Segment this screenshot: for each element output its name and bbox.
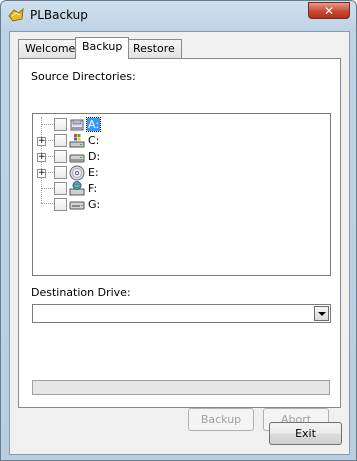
drive-label-e: E:: [88, 166, 99, 179]
title-bar[interactable]: PLBackup ✕: [1, 1, 356, 29]
network-drive-icon: [69, 181, 85, 196]
drive-checkbox-g[interactable]: [54, 198, 67, 211]
tree-item-g[interactable]: G:: [33, 197, 123, 213]
tab-welcome[interactable]: Welcome: [18, 39, 83, 58]
drive-checkbox-d[interactable]: [54, 150, 67, 163]
tree-item-d[interactable]: + D:: [33, 149, 123, 165]
tab-welcome-label: Welcome: [25, 42, 76, 55]
drive-checkbox-a[interactable]: [54, 118, 67, 131]
drive-label-d: D:: [88, 150, 101, 163]
exit-button[interactable]: Exit: [269, 422, 342, 445]
drive-label-c: C:: [88, 134, 100, 147]
hard-drive-icon: [69, 154, 85, 163]
tab-backup[interactable]: Backup: [75, 37, 130, 59]
close-icon: ✕: [323, 4, 335, 18]
destination-drive-select[interactable]: [32, 304, 331, 323]
window-title: PLBackup: [30, 8, 88, 22]
tab-restore[interactable]: Restore: [126, 39, 182, 58]
destination-drive-label: Destination Drive:: [31, 286, 131, 299]
app-window: PLBackup ✕ Welcome Backup Restore Source…: [0, 0, 357, 461]
source-directories-tree[interactable]: A: + C: + D: + E: F: G:: [32, 113, 331, 276]
tree-item-f[interactable]: F:: [33, 181, 123, 197]
tab-restore-label: Restore: [133, 42, 175, 55]
drive-checkbox-e[interactable]: [54, 166, 67, 179]
drive-checkbox-f[interactable]: [54, 182, 67, 195]
expand-icon[interactable]: +: [37, 137, 46, 146]
backup-tab-panel: Source Directories: A: + C: + D: + E: F:…: [18, 58, 341, 431]
tab-backup-label: Backup: [82, 40, 123, 53]
source-directories-label: Source Directories:: [31, 70, 136, 83]
chevron-down-icon[interactable]: [314, 306, 329, 321]
expand-icon[interactable]: +: [37, 153, 46, 162]
tree-item-c[interactable]: + C:: [33, 133, 123, 149]
client-area: Welcome Backup Restore Source Directorie…: [9, 31, 350, 455]
drive-label-a: A:: [85, 117, 102, 132]
drive-checkbox-c[interactable]: [54, 134, 67, 147]
backup-button[interactable]: Backup: [188, 408, 254, 431]
expand-icon[interactable]: +: [37, 169, 46, 178]
cd-drive-icon: [69, 165, 85, 181]
tree-item-a[interactable]: A:: [33, 117, 123, 133]
drive-label-g: G:: [88, 198, 101, 211]
tree-item-e[interactable]: + E:: [33, 165, 123, 181]
drive-label-f: F:: [88, 182, 98, 195]
plbackup-app-icon: [8, 7, 24, 22]
removable-drive-icon: [69, 201, 85, 210]
floppy-drive-icon: [70, 119, 84, 131]
backup-progress-bar: [32, 380, 330, 395]
windows-drive-icon: [69, 134, 85, 148]
close-button[interactable]: ✕: [308, 2, 350, 19]
